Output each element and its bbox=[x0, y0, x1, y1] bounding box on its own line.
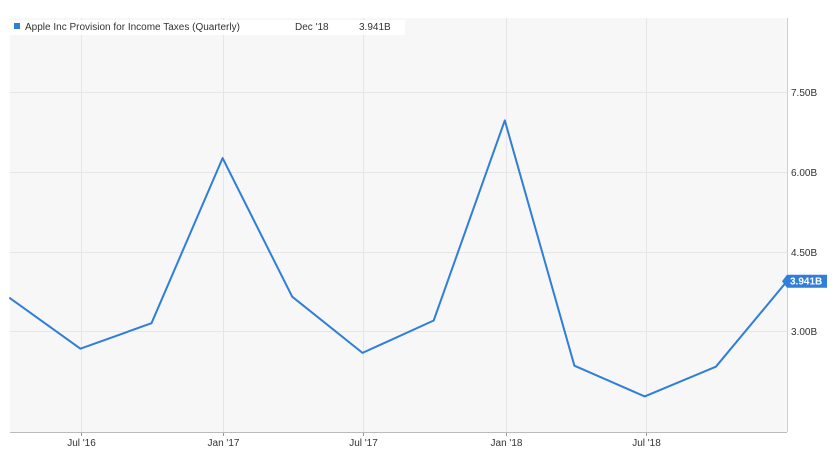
last-value-badge: 3.941B bbox=[782, 274, 827, 288]
x-axis: Jul '16 Jan '17 Jul '17 Jan '18 Jul '18 bbox=[10, 432, 787, 449]
data-point bbox=[715, 366, 717, 368]
data-point bbox=[573, 365, 575, 367]
legend-latest-date: Dec '18 bbox=[295, 22, 329, 33]
legend: Apple Inc Provision for Income Taxes (Qu… bbox=[10, 20, 405, 35]
data-point bbox=[9, 297, 11, 299]
data-point bbox=[433, 319, 435, 321]
data-point bbox=[150, 322, 152, 324]
data-point bbox=[504, 119, 506, 121]
y-tick-label: 4.50B bbox=[791, 248, 817, 259]
x-tick-label: Jan '18 bbox=[491, 438, 523, 449]
x-tick-label: Jul '18 bbox=[632, 438, 661, 449]
legend-marker bbox=[14, 23, 20, 29]
y-axis: 3.00B 4.50B 6.00B 7.50B bbox=[787, 18, 817, 432]
y-tick-label: 3.00B bbox=[791, 327, 817, 338]
legend-series-name: Apple Inc Provision for Income Taxes (Qu… bbox=[25, 22, 240, 33]
data-point bbox=[291, 296, 293, 298]
legend-latest-value: 3.941B bbox=[359, 22, 391, 33]
y-tick-label: 7.50B bbox=[791, 88, 817, 99]
y-tick-label: 6.00B bbox=[791, 168, 817, 179]
x-tick-label: Jan '17 bbox=[208, 438, 240, 449]
last-value-label: 3.941B bbox=[790, 277, 822, 288]
x-tick-label: Jul '17 bbox=[349, 438, 378, 449]
data-point bbox=[644, 395, 646, 397]
data-point bbox=[361, 352, 363, 354]
x-tick-label: Jul '16 bbox=[67, 438, 96, 449]
plot-area bbox=[10, 18, 787, 432]
data-point bbox=[221, 157, 223, 159]
chart-container: Apple Inc Provision for Income Taxes (Qu… bbox=[0, 0, 835, 465]
data-point bbox=[79, 348, 81, 350]
line-chart: Apple Inc Provision for Income Taxes (Qu… bbox=[9, 18, 827, 449]
